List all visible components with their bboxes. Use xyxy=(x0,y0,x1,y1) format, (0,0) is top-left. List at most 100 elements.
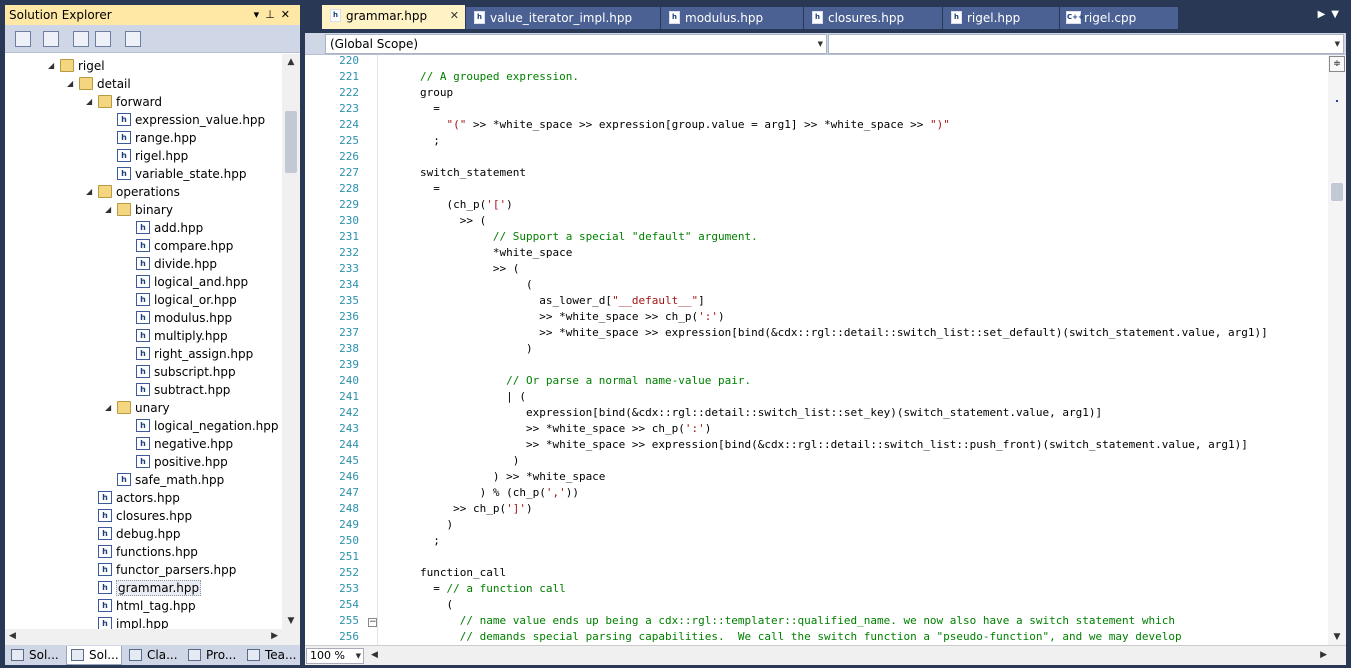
tree-folder-item[interactable]: ◢ operations xyxy=(86,183,180,201)
scroll-left-icon[interactable]: ◀ xyxy=(9,631,16,641)
editor-vertical-scrollbar[interactable]: ≑ ▼ xyxy=(1328,55,1346,645)
active-files-dropdown-icon[interactable]: ▼ xyxy=(1331,9,1345,20)
tree-file-item[interactable]: h subscript.hpp xyxy=(124,363,236,381)
zoom-dropdown[interactable]: 100 % ▼ xyxy=(306,648,364,664)
tree-file-item[interactable]: h range.hpp xyxy=(105,129,197,147)
tree-file-item[interactable]: h expression_value.hpp xyxy=(105,111,265,129)
tree-file-item[interactable]: h grammar.hpp xyxy=(86,579,202,597)
tab-property-manager[interactable]: Pro... xyxy=(184,646,240,665)
tree-file-item[interactable]: h negative.hpp xyxy=(124,435,233,453)
tree-folder-item[interactable]: ◢ binary xyxy=(105,201,173,219)
tree-horizontal-scrollbar[interactable]: ◀ ▶ xyxy=(5,629,300,645)
close-tab-icon[interactable]: ✕ xyxy=(450,5,459,27)
tree-file-item[interactable]: h logical_negation.hpp xyxy=(124,417,279,435)
expand-triangle-icon[interactable]: ◢ xyxy=(105,201,117,219)
code-line[interactable]: ) xyxy=(420,517,453,533)
code-line[interactable]: // demands special parsing capabilities.… xyxy=(420,629,1182,645)
tree-file-item[interactable]: h debug.hpp xyxy=(86,525,181,543)
code-line[interactable]: = xyxy=(420,101,440,117)
tree-file-item[interactable]: h html_tag.hpp xyxy=(86,597,196,615)
code-line[interactable]: ) >> *white_space xyxy=(420,469,606,485)
code-line[interactable]: as_lower_d["__default__"] xyxy=(420,293,705,309)
code-line[interactable]: (ch_p('[') xyxy=(420,197,512,213)
tree-file-item[interactable]: h actors.hpp xyxy=(86,489,180,507)
collapse-region-icon[interactable]: − xyxy=(368,618,377,627)
tab-class-view[interactable]: Cla... xyxy=(125,646,181,665)
tree-file-item[interactable]: h impl.hpp xyxy=(86,615,169,629)
code-area[interactable]: − 220 221 // A grouped expression. 222 group… xyxy=(305,55,1328,645)
code-line[interactable]: // Or parse a normal name-value pair. xyxy=(420,373,751,389)
tree-file-item[interactable]: h subtract.hpp xyxy=(124,381,230,399)
expand-triangle-icon[interactable]: ◢ xyxy=(86,183,98,201)
code-line[interactable]: = xyxy=(420,181,440,197)
refresh-icon[interactable] xyxy=(43,31,59,47)
tab-scroll-right-icon[interactable]: ▶ xyxy=(1318,9,1332,20)
tree-file-item[interactable]: h functor_parsers.hpp xyxy=(86,561,236,579)
scroll-left-icon[interactable]: ◀ xyxy=(371,650,378,660)
code-line[interactable]: ; xyxy=(420,533,440,549)
code-line[interactable]: >> *white_space >> expression[bind(&cdx:… xyxy=(420,437,1248,453)
code-line[interactable]: >> ch_p(']') xyxy=(420,501,532,517)
tree-file-item[interactable]: h multiply.hpp xyxy=(124,327,228,345)
code-line[interactable]: // A grouped expression. xyxy=(420,69,579,85)
tree-folder-item[interactable]: ◢ rigel xyxy=(48,57,105,75)
scope-dropdown[interactable]: (Global Scope) ▼ xyxy=(325,34,827,54)
tree-file-item[interactable]: h compare.hpp xyxy=(124,237,233,255)
tree-file-item[interactable]: h functions.hpp xyxy=(86,543,198,561)
show-all-files-icon[interactable] xyxy=(15,31,31,47)
code-line[interactable]: group xyxy=(420,85,453,101)
tree-file-item[interactable]: h divide.hpp xyxy=(124,255,217,273)
code-line[interactable]: ( xyxy=(420,277,533,293)
tree-file-item[interactable]: h right_assign.hpp xyxy=(124,345,253,363)
expand-triangle-icon[interactable]: ◢ xyxy=(105,399,117,417)
code-line[interactable]: ( xyxy=(420,597,453,613)
scrollbar-thumb[interactable] xyxy=(285,111,297,173)
tab-grammar-hpp[interactable]: h grammar.hpp ✕ xyxy=(322,5,465,29)
close-icon[interactable]: ✕ xyxy=(281,8,296,21)
tab-closures-hpp[interactable]: h closures.hpp xyxy=(804,7,942,29)
view-code-icon[interactable] xyxy=(125,31,141,47)
editor-horizontal-scrollbar[interactable]: ◀ ▶ xyxy=(367,648,1327,664)
expand-triangle-icon[interactable]: ◢ xyxy=(86,93,98,111)
pin-icon[interactable]: ⊥ xyxy=(265,8,281,21)
tree-file-item[interactable]: h logical_and.hpp xyxy=(124,273,248,291)
tab-value-iterator-impl-hpp[interactable]: h value_iterator_impl.hpp xyxy=(466,7,660,29)
code-line[interactable]: >> *white_space >> ch_p(':') xyxy=(420,309,724,325)
code-line[interactable]: >> ( xyxy=(420,213,487,229)
scroll-up-icon[interactable]: ▲ xyxy=(282,54,300,70)
tree-file-item[interactable]: h modulus.hpp xyxy=(124,309,232,327)
split-window-icon[interactable]: ≑ xyxy=(1329,56,1345,72)
tab-modulus-hpp[interactable]: h modulus.hpp xyxy=(661,7,803,29)
tree-folder-item[interactable]: ◢ detail xyxy=(67,75,131,93)
scroll-right-icon[interactable]: ▶ xyxy=(1320,650,1327,660)
tree-file-item[interactable]: h variable_state.hpp xyxy=(105,165,246,183)
scroll-down-icon[interactable]: ▼ xyxy=(282,613,300,629)
code-line[interactable]: *white_space xyxy=(420,245,572,261)
tree-file-item[interactable]: h rigel.hpp xyxy=(105,147,188,165)
code-line[interactable]: switch_statement xyxy=(420,165,526,181)
tab-team-explorer[interactable]: Tea... xyxy=(243,646,299,665)
code-line[interactable]: ; xyxy=(420,133,440,149)
code-line[interactable]: "(" >> *white_space >> expression[group.… xyxy=(420,117,950,133)
scrollbar-thumb[interactable] xyxy=(1331,183,1343,201)
scroll-down-icon[interactable]: ▼ xyxy=(1328,629,1346,645)
tab-solution-explorer-1[interactable]: Sol... xyxy=(7,646,63,665)
tree-file-item[interactable]: h add.hpp xyxy=(124,219,203,237)
code-line[interactable]: ) xyxy=(420,453,520,469)
tab-rigel-hpp[interactable]: h rigel.hpp xyxy=(943,7,1059,29)
code-line[interactable]: >> ( xyxy=(420,261,520,277)
window-position-icon[interactable]: ▾ xyxy=(254,8,266,21)
expand-triangle-icon[interactable]: ◢ xyxy=(48,57,60,75)
scroll-right-icon[interactable]: ▶ xyxy=(271,631,278,641)
member-dropdown[interactable]: ▼ xyxy=(828,34,1344,54)
code-line[interactable]: function_call xyxy=(420,565,506,581)
code-line[interactable]: expression[bind(&cdx::rgl::detail::switc… xyxy=(420,405,1102,421)
code-line[interactable]: = // a function call xyxy=(420,581,565,597)
code-line[interactable]: // Support a special "default" argument. xyxy=(420,229,758,245)
tree-vertical-scrollbar[interactable]: ▲ ▼ xyxy=(282,54,300,629)
code-line[interactable]: | ( xyxy=(420,389,526,405)
tree-file-item[interactable]: h safe_math.hpp xyxy=(105,471,224,489)
tab-rigel-cpp[interactable]: C++ rigel.cpp xyxy=(1060,7,1178,29)
code-line[interactable]: >> *white_space >> expression[bind(&cdx:… xyxy=(420,325,1267,341)
expand-triangle-icon[interactable]: ◢ xyxy=(67,75,79,93)
